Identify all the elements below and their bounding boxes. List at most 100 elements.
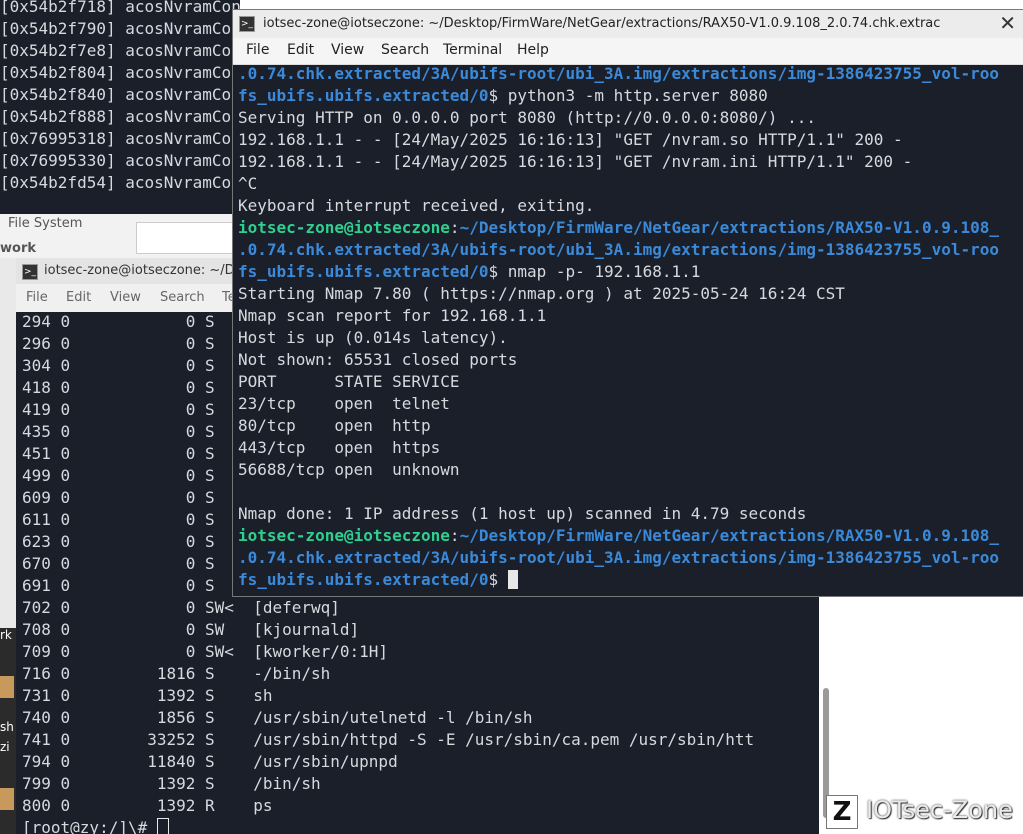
table-row: 800 0 1392 R ps — [22, 795, 754, 817]
process-vsz: 0 — [79, 444, 206, 463]
process-user: 0 — [60, 664, 80, 683]
left-background-window: rk sh zi — [0, 258, 16, 834]
process-vsz: 0 — [79, 532, 206, 551]
process-user: 0 — [60, 444, 80, 463]
menu-file[interactable]: File — [26, 290, 48, 305]
process-pid: 708 — [22, 620, 61, 639]
archive-file-icon-2[interactable] — [0, 788, 14, 810]
log-line: [0x54b2f840] acosNvramCo — [0, 85, 232, 104]
process-vsz: 11840 — [79, 752, 206, 771]
process-stat: R — [205, 796, 254, 815]
process-user: 0 — [60, 466, 80, 485]
process-pid: 670 — [22, 554, 61, 573]
process-stat: SW< — [205, 598, 254, 617]
menu-search[interactable]: Search — [160, 290, 205, 305]
process-vsz: 1392 — [79, 796, 206, 815]
log-line: [0x54b2f718] acosNvramConfig_get('wan_ip… — [0, 0, 240, 16]
process-user: 0 — [60, 400, 80, 419]
process-vsz: 0 — [79, 400, 206, 419]
menu-edit[interactable]: Edit — [66, 290, 91, 305]
close-icon[interactable]: ✕ — [999, 12, 1016, 34]
process-pid: 296 — [22, 334, 61, 353]
process-user: 0 — [60, 378, 80, 397]
process-stat: S — [205, 708, 254, 727]
process-user: 0 — [60, 554, 80, 573]
output-line: Nmap scan report for 192.168.1.1 — [238, 306, 547, 325]
command-line: $ python3 -m http.server 8080 — [488, 86, 768, 105]
sidebar-item-file-system[interactable]: File System — [8, 216, 82, 231]
process-vsz: 33252 — [79, 730, 206, 749]
process-stat: S — [205, 664, 254, 683]
text-cursor[interactable] — [156, 818, 169, 834]
path-line: .0.74.chk.extracted/3A/ubifs-root/ubi_3A… — [238, 64, 999, 83]
output-line: Nmap done: 1 IP address (1 host up) scan… — [238, 504, 807, 523]
process-user: 0 — [60, 620, 80, 639]
left-label-3: zi — [0, 740, 10, 754]
terminal-icon: >_ — [22, 264, 38, 280]
process-pid: 702 — [22, 598, 61, 617]
menu-search[interactable]: Search — [381, 42, 429, 58]
process-user: 0 — [60, 576, 80, 595]
process-pid: 794 — [22, 752, 61, 771]
output-line: PORT STATE SERVICE — [238, 372, 460, 391]
terminal-icon: >_ — [239, 16, 255, 32]
prompt-cwd: fs_ubifs.ubifs.extracted/0 — [238, 262, 489, 281]
process-user: 0 — [60, 686, 80, 705]
prompt-symbol: $ — [488, 570, 508, 589]
process-vsz: 1392 — [79, 774, 206, 793]
menu-file[interactable]: File — [246, 42, 269, 58]
process-pid: 740 — [22, 708, 61, 727]
prompt-user-host: iotsec-zone@iotseczone — [238, 218, 450, 237]
iotsec-zone-logo-icon: Z — [826, 795, 858, 829]
log-line: [0x54b2f7e8] acosNvramCo — [0, 41, 232, 60]
log-line: [0x54b2fd54] acosNvramCo — [0, 173, 232, 192]
menu-view[interactable]: View — [331, 42, 364, 58]
process-user: 0 — [60, 708, 80, 727]
file-manager-pane — [136, 222, 238, 254]
titlebar[interactable]: >_ iotsec-zone@iotseczone: ~/Desktop/Fir… — [233, 10, 1023, 38]
left-label-2: sh — [0, 720, 14, 734]
process-user: 0 — [60, 532, 80, 551]
table-row: 740 0 1856 S /usr/sbin/utelnetd -l /bin/… — [22, 707, 754, 729]
output-line: 56688/tcp open unknown — [238, 460, 460, 479]
process-pid: 741 — [22, 730, 61, 749]
menu-edit[interactable]: Edit — [287, 42, 314, 58]
text-cursor[interactable] — [507, 570, 518, 589]
process-pid: 691 — [22, 576, 61, 595]
background-terminal-output: [0x54b2f718] acosNvramConfig_get('wan_ip… — [0, 0, 240, 194]
process-user: 0 — [60, 796, 80, 815]
archive-file-icon[interactable] — [0, 676, 14, 698]
process-stat: S — [205, 686, 254, 705]
prompt-cwd: .0.74.chk.extracted/3A/ubifs-root/ubi_3A… — [238, 548, 999, 567]
terminal-window-main[interactable]: >_ iotsec-zone@iotseczone: ~/Desktop/Fir… — [232, 9, 1023, 597]
process-command: -/bin/sh — [253, 664, 331, 683]
left-label-1: rk — [0, 628, 12, 642]
menu-view[interactable]: View — [110, 290, 141, 305]
menu-help[interactable]: Help — [517, 42, 549, 58]
process-vsz: 0 — [79, 334, 206, 353]
output-line: Not shown: 65531 closed ports — [238, 350, 518, 369]
prompt: [root@zy:/]\# — [22, 818, 157, 834]
process-pid: 435 — [22, 422, 61, 441]
process-command: /usr/sbin/utelnetd -l /bin/sh — [253, 708, 533, 727]
process-vsz: 1392 — [79, 686, 206, 705]
process-pid: 731 — [22, 686, 61, 705]
table-row: 708 0 0 SW [kjournald] — [22, 619, 754, 641]
output-line: Host is up (0.014s latency). — [238, 328, 508, 347]
log-line: [0x54b2f888] acosNvramCo — [0, 107, 232, 126]
process-stat: S — [205, 730, 254, 749]
process-user: 0 — [60, 774, 80, 793]
output-line: Starting Nmap 7.80 ( https://nmap.org ) … — [238, 284, 845, 303]
table-row: 702 0 0 SW< [deferwq] — [22, 597, 754, 619]
menu-terminal[interactable]: Terminal — [443, 42, 502, 58]
process-stat: S — [205, 774, 254, 793]
terminal-output[interactable]: .0.74.chk.extracted/3A/ubifs-root/ubi_3A… — [238, 63, 999, 591]
log-line: [0x54b2f804] acosNvramCo — [0, 63, 232, 82]
table-row: 731 0 1392 S sh — [22, 685, 754, 707]
process-vsz: 1816 — [79, 664, 206, 683]
command-line: $ nmap -p- 192.168.1.1 — [488, 262, 701, 281]
watermark-text: IOTsec-Zone — [866, 796, 1013, 824]
process-command: [deferwq] — [253, 598, 340, 617]
process-user: 0 — [60, 752, 80, 771]
sidebar-section-work: work — [0, 241, 36, 256]
